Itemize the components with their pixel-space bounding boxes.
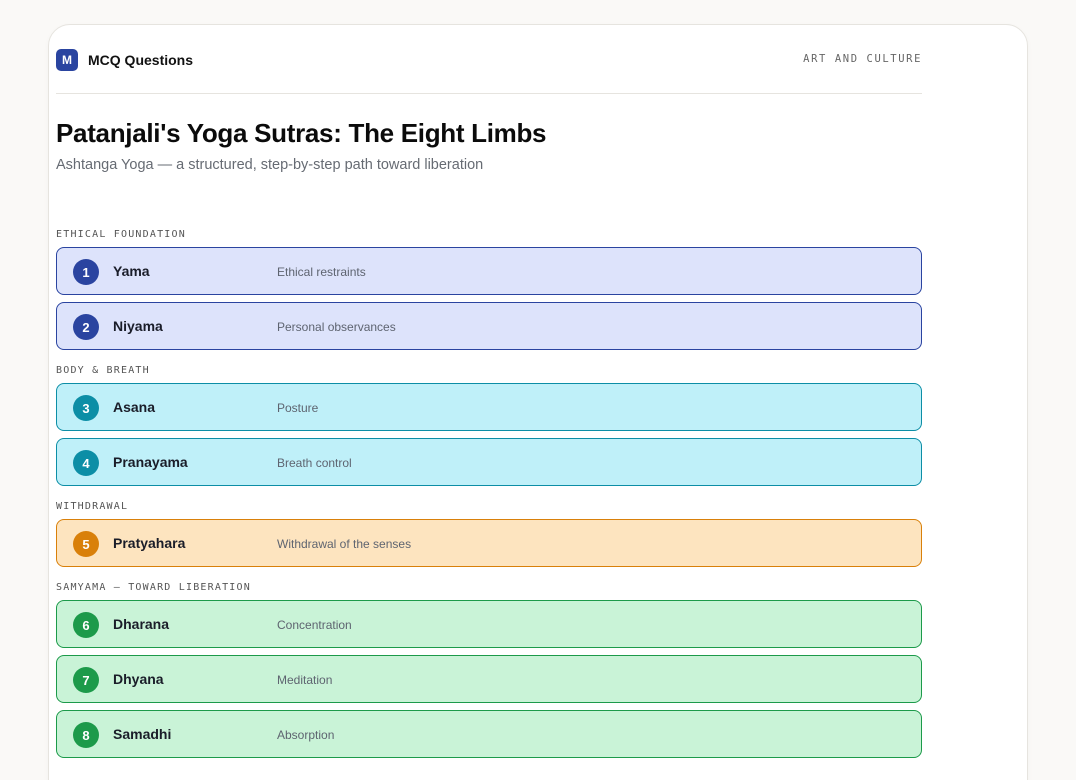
limb-number-badge: 8 xyxy=(73,722,99,748)
limb-card: 4 Pranayama Breath control xyxy=(56,438,922,486)
limb-name: Samadhi xyxy=(113,726,172,742)
page-header: M MCQ Questions ART AND CULTURE xyxy=(56,48,922,94)
limb-card: 5 Pratyahara Withdrawal of the senses xyxy=(56,519,922,567)
limb-description: Breath control xyxy=(277,456,352,470)
limb-card: 1 Yama Ethical restraints xyxy=(56,247,922,295)
category-label: ART AND CULTURE xyxy=(803,53,922,65)
section-label-withdrawal: WITHDRAWAL xyxy=(56,501,129,512)
brand-name: MCQ Questions xyxy=(88,52,194,68)
limb-description: Absorption xyxy=(277,728,335,742)
limb-description: Concentration xyxy=(277,618,352,632)
limb-number-badge: 5 xyxy=(73,531,99,557)
limb-name: Asana xyxy=(113,399,156,415)
page-subtitle: Ashtanga Yoga — a structured, step-by-st… xyxy=(56,157,484,173)
limb-name: Yama xyxy=(113,263,150,279)
limb-card: 6 Dharana Concentration xyxy=(56,600,922,648)
limb-number-badge: 7 xyxy=(73,667,99,693)
limb-number-badge: 3 xyxy=(73,395,99,421)
brand-logo-icon: M xyxy=(56,49,78,71)
limb-number-badge: 2 xyxy=(73,314,99,340)
limb-description: Meditation xyxy=(277,673,333,687)
limb-description: Ethical restraints xyxy=(277,265,366,279)
limb-card: 8 Samadhi Absorption xyxy=(56,710,922,758)
limb-name: Pranayama xyxy=(113,454,188,470)
limb-card: 2 Niyama Personal observances xyxy=(56,302,922,350)
section-label-body-breath: BODY & BREATH xyxy=(56,365,150,376)
limb-name: Niyama xyxy=(113,318,163,334)
limb-number-badge: 4 xyxy=(73,450,99,476)
page-title: Patanjali's Yoga Sutras: The Eight Limbs xyxy=(56,118,547,148)
limb-name: Dhyana xyxy=(113,671,164,687)
brand[interactable]: M MCQ Questions xyxy=(56,48,193,72)
limb-number-badge: 6 xyxy=(73,612,99,638)
limb-description: Withdrawal of the senses xyxy=(277,537,412,551)
limb-description: Personal observances xyxy=(277,320,396,334)
limb-number-badge: 1 xyxy=(73,259,99,285)
section-label-samyama: SAMYAMA — TOWARD LIBERATION xyxy=(56,582,251,593)
limb-name: Pratyahara xyxy=(113,535,186,551)
limb-name: Dharana xyxy=(113,616,170,632)
limb-description: Posture xyxy=(277,401,319,415)
section-label-ethical: ETHICAL FOUNDATION xyxy=(56,229,186,240)
limb-card: 3 Asana Posture xyxy=(56,383,922,431)
limb-card: 7 Dhyana Meditation xyxy=(56,655,922,703)
